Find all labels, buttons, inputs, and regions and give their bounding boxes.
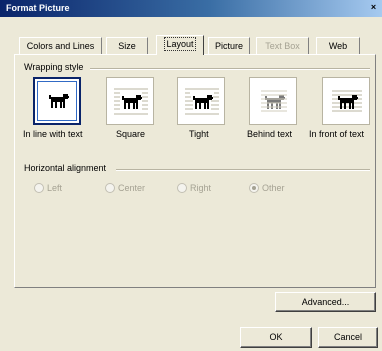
tab-label: Text Box — [265, 41, 300, 51]
wrap-in-front-button[interactable] — [322, 77, 370, 125]
dog-behind-text-icon — [261, 90, 287, 112]
wrap-tight-button[interactable] — [177, 77, 225, 125]
tab-label: Colors and Lines — [26, 41, 95, 51]
tab-label: Layout — [164, 37, 196, 51]
tab-layout[interactable]: Layout — [156, 35, 204, 55]
cancel-button[interactable]: Cancel — [318, 327, 378, 348]
dog-tight-icon — [185, 88, 219, 115]
align-right-radio: Right — [177, 183, 211, 195]
wrap-square-label: Square — [116, 129, 146, 139]
radio-label: Right — [190, 183, 212, 193]
radio-circle-checked — [249, 183, 259, 193]
title-bar: Format Picture × — [0, 0, 382, 17]
wrap-in-line-button[interactable] — [33, 77, 81, 125]
group-divider — [116, 169, 370, 171]
tab-label: Size — [118, 41, 136, 51]
wrap-in-front-label: In front of text — [309, 129, 365, 139]
tab-label: Web — [328, 41, 348, 51]
wrap-behind-text-label: Behind text — [247, 129, 293, 139]
tab-web[interactable]: Web — [316, 37, 360, 54]
ok-button[interactable]: OK — [240, 327, 312, 348]
cancel-button-label: Cancel — [333, 332, 362, 342]
align-left-radio: Left — [34, 183, 62, 195]
tab-picture[interactable]: Picture — [208, 37, 250, 54]
align-center-radio: Center — [105, 183, 145, 195]
radio-circle — [177, 183, 187, 193]
group-divider — [90, 68, 370, 70]
dog-square-icon — [114, 88, 148, 115]
wrap-in-line-label: In line with text — [23, 129, 83, 139]
tab-colors-and-lines[interactable]: Colors and Lines — [19, 37, 102, 54]
dog-in-front-icon — [332, 90, 362, 112]
wrap-square-button[interactable] — [106, 77, 154, 125]
dog-inline-icon — [49, 94, 69, 108]
tab-text-box: Text Box — [256, 37, 309, 54]
radio-label: Other — [262, 183, 285, 193]
ok-button-label: OK — [269, 332, 283, 342]
advanced-button-label: Advanced... — [301, 297, 350, 307]
align-other-radio: Other — [249, 183, 285, 195]
radio-label: Left — [47, 183, 63, 193]
radio-circle — [105, 183, 115, 193]
window-title: Format Picture — [6, 3, 70, 13]
wrap-behind-text-button[interactable] — [249, 77, 297, 125]
wrap-tight-label: Tight — [189, 129, 209, 139]
tab-size[interactable]: Size — [106, 37, 148, 54]
tab-label: Picture — [214, 41, 243, 51]
horizontal-alignment-heading: Horizontal alignment — [24, 163, 107, 173]
wrapping-style-heading: Wrapping style — [24, 62, 84, 72]
advanced-button[interactable]: Advanced... — [275, 292, 376, 312]
close-icon[interactable]: × — [367, 2, 380, 14]
radio-circle — [34, 183, 44, 193]
radio-label: Center — [118, 183, 146, 193]
